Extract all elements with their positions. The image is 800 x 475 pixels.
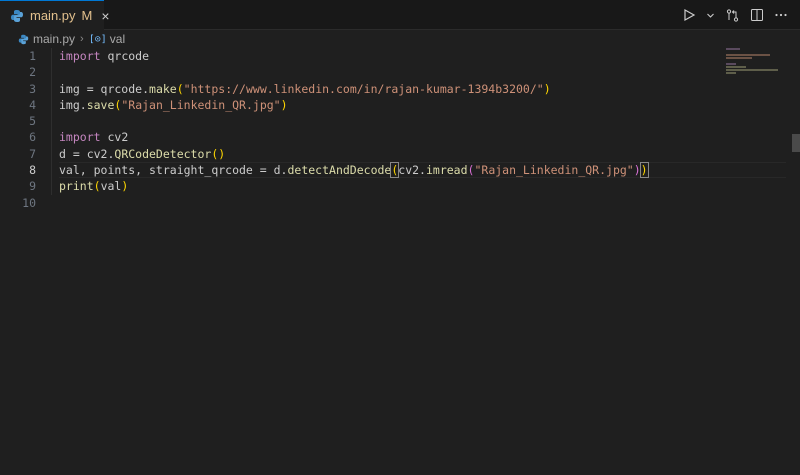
breadcrumb-file[interactable]: main.py bbox=[33, 32, 75, 46]
python-file-icon bbox=[18, 34, 29, 45]
code-area[interactable]: import qrcode img = qrcode.make("https:/… bbox=[59, 48, 786, 211]
code-line-8-current[interactable]: val, points, straight_qrcode = d.detectA… bbox=[59, 162, 786, 179]
vertical-scrollbar[interactable] bbox=[786, 48, 800, 475]
line-number: 7 bbox=[29, 146, 36, 161]
function-name: make bbox=[149, 81, 177, 96]
tab-filename: main.py bbox=[30, 8, 76, 23]
code-text: val bbox=[100, 179, 122, 194]
code-line-10[interactable] bbox=[59, 195, 786, 211]
minimap-line bbox=[726, 66, 746, 68]
tab-main-py[interactable]: main.py M × bbox=[0, 0, 110, 30]
bracket: ) bbox=[543, 81, 551, 96]
code-text: cv2. bbox=[398, 163, 426, 178]
modified-badge: M bbox=[81, 8, 93, 23]
line-number: 3 bbox=[29, 81, 36, 96]
bracket: ) bbox=[280, 97, 288, 112]
split-editor-icon[interactable] bbox=[750, 8, 764, 22]
string-literal: "https://www.linkedin.com/in/rajan-kumar… bbox=[183, 81, 544, 96]
function-name: save bbox=[86, 97, 115, 112]
minimap-line bbox=[726, 54, 770, 56]
code-text: img = qrcode. bbox=[59, 81, 150, 96]
bracket: ) bbox=[633, 163, 641, 178]
indent-guide bbox=[51, 48, 52, 195]
line-number: 5 bbox=[29, 114, 36, 129]
code-line-5[interactable] bbox=[59, 113, 786, 129]
breadcrumb-separator: › bbox=[80, 33, 84, 45]
code-line-9[interactable]: print(val) bbox=[59, 178, 786, 194]
keyword: import bbox=[59, 49, 101, 63]
minimap-line bbox=[726, 69, 778, 71]
function-name: print bbox=[59, 179, 94, 194]
close-icon[interactable]: × bbox=[101, 8, 109, 24]
code-text: cv2 bbox=[100, 130, 129, 145]
chevron-down-icon[interactable] bbox=[706, 11, 715, 20]
code-text: img. bbox=[59, 97, 87, 112]
scrollbar-thumb[interactable] bbox=[792, 134, 800, 152]
minimap-line bbox=[726, 48, 740, 50]
line-number: 10 bbox=[22, 195, 36, 210]
line-number-gutter: 1 2 3 4 5 6 7 8 9 10 bbox=[0, 48, 44, 211]
line-number: 6 bbox=[29, 130, 36, 145]
bracket: () bbox=[211, 146, 226, 161]
code-line-7[interactable]: d = cv2.QRCodeDetector() bbox=[59, 146, 786, 162]
line-number: 9 bbox=[29, 179, 36, 194]
line-number: 4 bbox=[29, 97, 36, 112]
line-number-active: 8 bbox=[29, 163, 36, 178]
minimap-line bbox=[726, 72, 736, 74]
code-line-6[interactable]: import cv2 bbox=[59, 129, 786, 145]
string-literal: "Rajan_Linkedin_QR.jpg" bbox=[121, 97, 281, 112]
string-literal: "Rajan_Linkedin_QR.jpg" bbox=[474, 163, 634, 178]
function-name: detectAndDecode bbox=[287, 163, 392, 178]
bracket: ) bbox=[121, 179, 129, 194]
minimap-line bbox=[726, 57, 752, 59]
source-control-compare-icon[interactable] bbox=[725, 8, 740, 23]
bracket: ( bbox=[176, 81, 184, 96]
more-icon[interactable] bbox=[774, 8, 788, 22]
variable-icon: [⊙] bbox=[88, 33, 107, 45]
keyword: import bbox=[59, 130, 101, 145]
code-line-4[interactable]: img.save("Rajan_Linkedin_QR.jpg") bbox=[59, 97, 786, 113]
editor-actions bbox=[682, 0, 788, 30]
code-text: qrcode bbox=[100, 49, 150, 63]
code-line-1[interactable]: import qrcode bbox=[59, 48, 786, 64]
tab-bar: main.py M × bbox=[0, 0, 800, 30]
minimap-line bbox=[726, 63, 736, 65]
code-line-3[interactable]: img = qrcode.make("https://www.linkedin.… bbox=[59, 81, 786, 97]
line-number: 1 bbox=[29, 49, 36, 63]
bracket: ( bbox=[93, 179, 101, 194]
function-name: QRCodeDetector bbox=[114, 146, 212, 161]
code-editor[interactable]: 1 2 3 4 5 6 7 8 9 10 import qrcode img =… bbox=[0, 48, 800, 475]
run-icon[interactable] bbox=[682, 8, 696, 22]
breadcrumb-symbol[interactable]: val bbox=[110, 32, 125, 46]
code-text: d = cv2. bbox=[59, 146, 115, 161]
bracket-match: ) bbox=[639, 162, 649, 179]
code-text: val, points, straight_qrcode = d. bbox=[59, 163, 288, 178]
minimap[interactable] bbox=[726, 48, 786, 88]
function-name: imread bbox=[425, 163, 468, 178]
line-number: 2 bbox=[29, 65, 36, 80]
python-file-icon bbox=[10, 9, 24, 23]
breadcrumb: main.py › [⊙] val bbox=[0, 30, 800, 48]
code-line-2[interactable] bbox=[59, 64, 786, 80]
